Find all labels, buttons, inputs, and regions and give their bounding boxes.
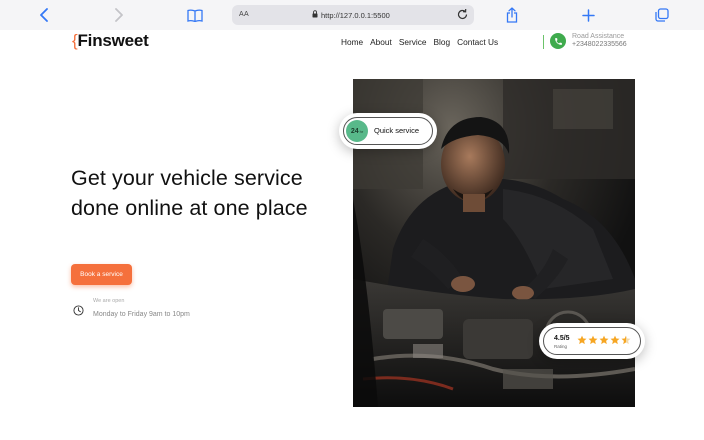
- share-icon[interactable]: [504, 5, 520, 25]
- book-service-button[interactable]: Book a service: [71, 264, 132, 285]
- hero-heading: Get your vehicle service done online at …: [71, 166, 308, 220]
- star-icon: [599, 335, 609, 345]
- star-icon: [588, 335, 598, 345]
- 24hr-badge-unit: hr: [359, 128, 364, 134]
- rating-value: 4.5/5: [554, 335, 570, 342]
- open-label: We are open: [93, 298, 125, 304]
- nav-contact-us[interactable]: Contact Us: [457, 37, 498, 47]
- 24hr-badge: 24 hr: [346, 120, 368, 142]
- lock-icon: [312, 10, 318, 20]
- forward-icon[interactable]: [111, 5, 127, 25]
- browser-toolbar: AA http://127.0.0.1:5500: [0, 0, 704, 30]
- nav-about[interactable]: About: [370, 37, 392, 47]
- nav-service[interactable]: Service: [399, 37, 427, 47]
- quick-service-label: Quick service: [374, 126, 420, 135]
- new-tab-icon[interactable]: [580, 5, 596, 25]
- site-logo[interactable]: {Finsweet: [72, 31, 149, 51]
- star-icon: [610, 335, 620, 345]
- 24hr-badge-number: 24: [350, 127, 359, 135]
- rating-label: Rating: [554, 344, 568, 349]
- star-icon: [621, 335, 631, 345]
- phone-icon[interactable]: [550, 33, 566, 49]
- nav-blog[interactable]: Blog: [434, 37, 451, 47]
- header-divider: [543, 35, 544, 49]
- logo-text: Finsweet: [77, 31, 149, 50]
- clock-icon: [73, 303, 84, 321]
- nav-home[interactable]: Home: [341, 37, 363, 47]
- quick-service-card: 24 hr Quick service: [339, 113, 437, 149]
- text-size-button[interactable]: AA: [239, 11, 249, 18]
- url-text: http://127.0.0.1:5500: [321, 10, 390, 20]
- road-assistance-label: Road Assistance: [572, 33, 625, 40]
- star-icon: [577, 335, 587, 345]
- reload-icon[interactable]: [456, 8, 469, 23]
- open-hours: Monday to Friday 9am to 10pm: [93, 311, 190, 318]
- bookmarks-icon[interactable]: [186, 5, 204, 25]
- rating-stars: [577, 335, 631, 345]
- road-assistance-phone[interactable]: +2348022335566: [572, 41, 627, 48]
- main-nav: Home About Service Blog Contact Us: [341, 37, 498, 47]
- back-icon[interactable]: [36, 5, 52, 25]
- address-bar[interactable]: AA http://127.0.0.1:5500: [232, 5, 474, 25]
- rating-card: 4.5/5 Rating: [539, 323, 645, 359]
- tabs-overview-icon[interactable]: [654, 5, 670, 25]
